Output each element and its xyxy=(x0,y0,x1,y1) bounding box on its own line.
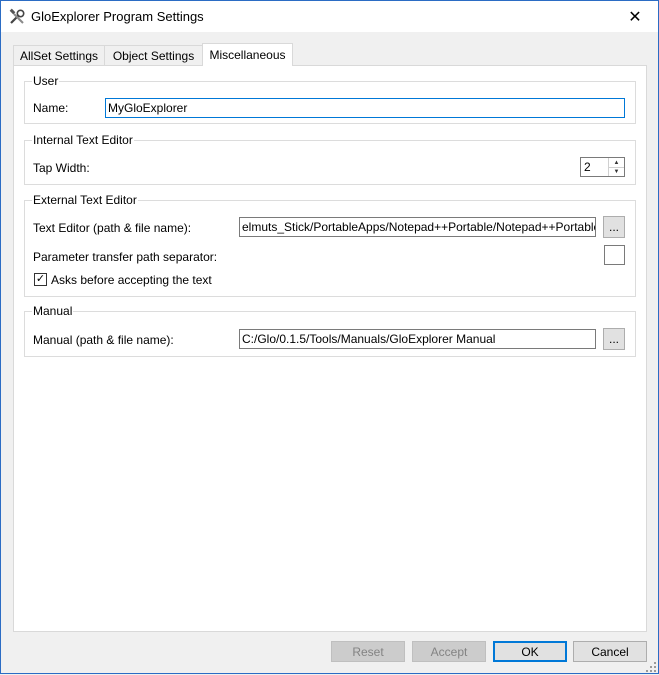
tab-miscellaneous[interactable]: Miscellaneous xyxy=(202,43,293,66)
manual-browse-button[interactable]: ... xyxy=(603,328,625,350)
external-editor-group: External Text Editor Text Editor (path &… xyxy=(24,193,636,297)
user-group: User Name: MyGloExplorer xyxy=(24,74,636,124)
reset-button[interactable]: Reset xyxy=(331,641,405,662)
tab-width-label: Tap Width: xyxy=(33,161,90,175)
stepper-down-icon[interactable]: ▼ xyxy=(609,167,624,176)
internal-editor-title: Internal Text Editor xyxy=(32,133,134,147)
tab-allset-settings[interactable]: AllSet Settings xyxy=(13,45,105,65)
manual-group: Manual Manual (path & file name): C:/Glo… xyxy=(24,304,636,357)
manual-path-input[interactable]: C:/Glo/0.1.5/Tools/Manuals/GloExplorer M… xyxy=(239,329,596,349)
manual-path-label: Manual (path & file name): xyxy=(33,333,174,347)
cancel-button[interactable]: Cancel xyxy=(573,641,647,662)
tab-width-value: 2 xyxy=(584,160,591,174)
title-bar: GloExplorer Program Settings ✕ xyxy=(1,1,658,32)
stepper-buttons: ▲ ▼ xyxy=(608,158,624,176)
name-label: Name: xyxy=(33,101,69,115)
tools-icon xyxy=(8,8,26,26)
separator-input[interactable] xyxy=(604,245,625,265)
manual-group-title: Manual xyxy=(32,304,74,318)
text-editor-path-label: Text Editor (path & file name): xyxy=(33,221,192,235)
tab-width-stepper[interactable]: 2 ▲ ▼ xyxy=(580,157,625,177)
window-title: GloExplorer Program Settings xyxy=(31,9,204,24)
separator-label: Parameter transfer path separator: xyxy=(33,250,218,264)
name-input[interactable]: MyGloExplorer xyxy=(105,98,625,118)
text-editor-path-input[interactable]: elmuts_Stick/PortableApps/Notepad++Porta… xyxy=(239,217,596,237)
text-editor-browse-button[interactable]: ... xyxy=(603,216,625,238)
close-icon[interactable]: ✕ xyxy=(612,1,658,32)
settings-window: GloExplorer Program Settings ✕ AllSet Se… xyxy=(0,0,659,674)
miscellaneous-panel: User Name: MyGloExplorer Internal Text E… xyxy=(13,65,647,632)
ok-button[interactable]: OK xyxy=(493,641,567,662)
internal-editor-group: Internal Text Editor Tap Width: 2 ▲ ▼ xyxy=(24,133,636,185)
user-group-title: User xyxy=(32,74,60,88)
tab-object-settings[interactable]: Object Settings xyxy=(104,45,203,65)
accept-button[interactable]: Accept xyxy=(412,641,486,662)
external-editor-title: External Text Editor xyxy=(32,193,138,207)
ask-before-accept-checkbox[interactable]: ✓ xyxy=(34,273,47,286)
ask-before-accept-label: Asks before accepting the text xyxy=(51,273,212,287)
resize-grip-icon[interactable] xyxy=(646,661,656,672)
